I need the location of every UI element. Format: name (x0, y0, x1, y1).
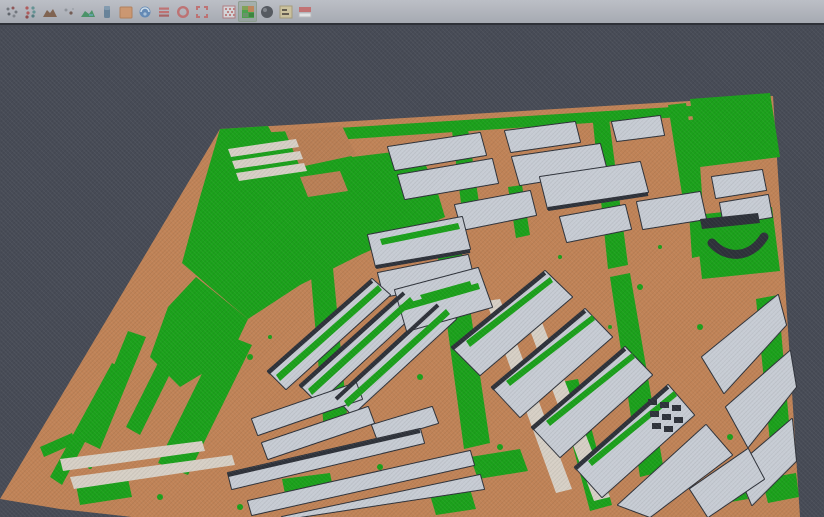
orbit-button[interactable] (135, 1, 154, 22)
point-cloud-render (0, 27, 824, 517)
application-window (0, 0, 824, 517)
sparse-points-button[interactable] (59, 1, 78, 22)
layers-icon (297, 4, 313, 20)
layers-button[interactable] (295, 1, 314, 22)
target-icon (175, 4, 191, 20)
surface-model-icon (80, 4, 96, 20)
profile-view-button[interactable] (97, 1, 116, 22)
point-cloud-button[interactable] (2, 1, 21, 22)
annotation-icon (278, 4, 294, 20)
terrain-model-icon (42, 4, 58, 20)
3d-viewport[interactable] (0, 27, 824, 517)
cross-section-button[interactable] (154, 1, 173, 22)
grid-select-button[interactable] (219, 1, 238, 22)
classified-points-icon (23, 4, 39, 20)
shaded-view-button[interactable] (257, 1, 276, 22)
toolbar (0, 0, 824, 25)
zoom-extents-icon (194, 4, 210, 20)
terrain-model-button[interactable] (40, 1, 59, 22)
classification-view-icon (240, 4, 256, 20)
grid-select-icon (221, 4, 237, 20)
zoom-extents-button[interactable] (192, 1, 211, 22)
target-button[interactable] (173, 1, 192, 22)
orbit-icon (137, 4, 153, 20)
orthophoto-icon (118, 4, 134, 20)
classification-view-button[interactable] (238, 1, 257, 22)
sparse-points-icon (61, 4, 77, 20)
annotation-button[interactable] (276, 1, 295, 22)
cross-section-icon (156, 4, 172, 20)
classified-points-button[interactable] (21, 1, 40, 22)
orthophoto-button[interactable] (116, 1, 135, 22)
point-cloud-icon (4, 4, 20, 20)
profile-view-icon (99, 4, 115, 20)
surface-model-button[interactable] (78, 1, 97, 22)
toolbar-separator (211, 1, 219, 22)
shaded-view-icon (259, 4, 275, 20)
